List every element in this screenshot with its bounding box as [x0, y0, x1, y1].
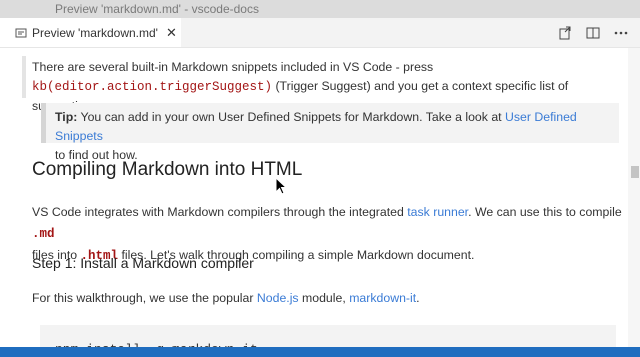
window-title: Preview 'markdown.md' - vscode-docs	[55, 2, 259, 16]
blockquote-bar	[22, 56, 26, 98]
scrollbar-thumb[interactable]	[631, 166, 639, 178]
tip-text: Tip: You can add in your own User Define…	[55, 108, 615, 165]
p2-text-2: . We can use this to compile	[468, 205, 622, 219]
tip-body: You can add in your own User Defined Sni…	[77, 110, 505, 124]
trigger-suggest-code: kb(editor.action.triggerSuggest)	[32, 80, 273, 94]
intro-text: There are several built-in Markdown snip…	[32, 60, 434, 74]
split-editor-icon[interactable]	[584, 24, 602, 42]
p2-text: VS Code integrates with Markdown compile…	[32, 205, 408, 219]
tip-label: Tip:	[55, 110, 78, 124]
md-extension-code: .md	[32, 227, 55, 241]
preview-icon	[15, 28, 27, 37]
task-runner-link[interactable]: task runner	[407, 205, 468, 219]
p3-text-2: module,	[298, 291, 350, 305]
editor-actions	[556, 24, 630, 42]
walkthrough-paragraph: For this walkthrough, we use the popular…	[32, 291, 420, 305]
markdown-it-link[interactable]: markdown-it	[349, 291, 416, 305]
tab-preview-markdown[interactable]: Preview 'markdown.md' ✕	[0, 18, 181, 47]
mouse-cursor-icon	[275, 177, 287, 195]
section-heading: Compiling Markdown into HTML	[32, 159, 303, 180]
step1-heading: Step 1: Install a Markdown compiler	[32, 255, 254, 271]
open-source-icon[interactable]	[556, 24, 574, 42]
tab-label: Preview 'markdown.md'	[32, 25, 158, 40]
tip-box: Tip: You can add in your own User Define…	[41, 103, 619, 162]
vertical-scrollbar[interactable]	[628, 48, 640, 357]
p3-text: For this walkthrough, we use the popular	[32, 291, 257, 305]
markdown-preview[interactable]: There are several built-in Markdown snip…	[0, 48, 628, 357]
title-bar: Preview 'markdown.md' - vscode-docs	[0, 0, 640, 18]
status-bar	[0, 347, 640, 357]
nodejs-link[interactable]: Node.js	[257, 291, 299, 305]
tab-bar: Preview 'markdown.md' ✕	[0, 18, 640, 48]
close-icon[interactable]: ✕	[166, 25, 177, 41]
more-icon[interactable]	[612, 24, 630, 42]
p3-text-3: .	[416, 291, 420, 305]
